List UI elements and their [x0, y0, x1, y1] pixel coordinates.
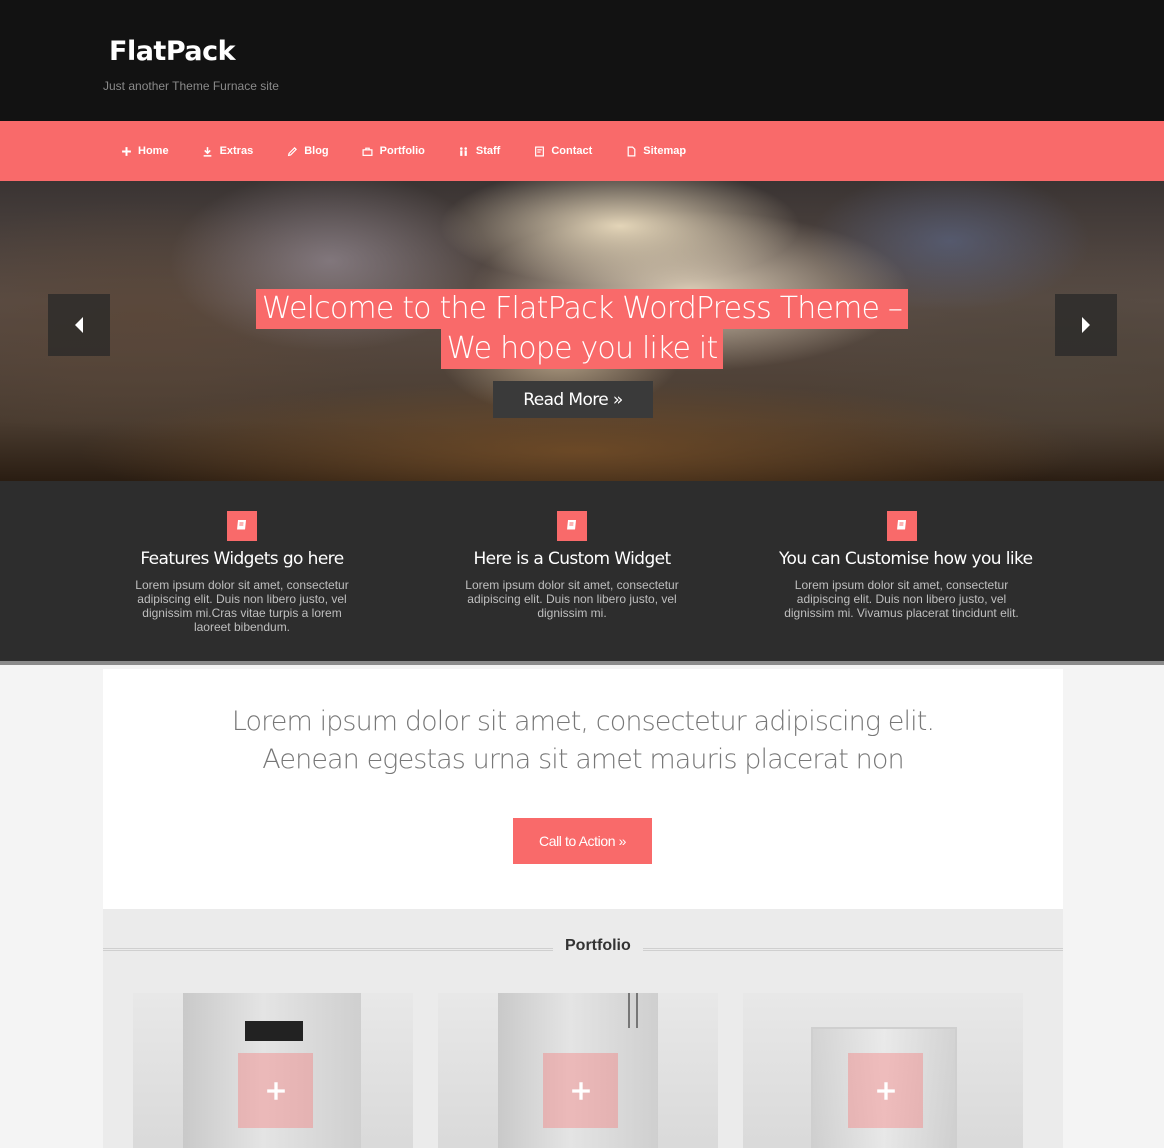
plus-icon	[120, 145, 132, 157]
widget-title: Here is a Custom Widget	[473, 549, 671, 569]
nav-list: Home Extras Blog Portfolio Staff Contact…	[120, 121, 719, 181]
widget-features: Features Widgets go here Lorem ipsum dol…	[127, 511, 357, 634]
plus-icon	[238, 1053, 313, 1128]
widget-customise: You can Customise how you like Lorem ips…	[779, 511, 1033, 620]
site-title[interactable]: FlatPack	[109, 36, 236, 67]
site-header: FlatPack Just another Theme Furnace site	[0, 0, 1164, 121]
nav-item-label: Extras	[219, 145, 254, 157]
intro-section: Lorem ipsum dolor sit amet, consectetur …	[103, 669, 1063, 909]
intro-line-2: Aenean egestas urna sit amet mauris plac…	[262, 744, 904, 775]
nav-item-label: Home	[138, 145, 169, 157]
nav-item-sitemap[interactable]: Sitemap	[625, 145, 686, 157]
pencil-icon	[286, 145, 298, 157]
nav-item-label: Blog	[304, 145, 329, 157]
plus-icon	[543, 1053, 618, 1128]
nav-item-label: Contact	[551, 145, 593, 157]
widget-text: Lorem ipsum dolor sit amet, consectetur …	[465, 578, 679, 620]
portfolio-section: Portfolio	[103, 909, 1063, 1148]
portfolio-item[interactable]	[438, 993, 718, 1148]
read-more-button[interactable]: Read More »	[493, 381, 653, 418]
nav-item-blog[interactable]: Blog	[286, 145, 329, 157]
widget-custom: Here is a Custom Widget Lorem ipsum dolo…	[457, 511, 687, 620]
site-tagline: Just another Theme Furnace site	[103, 79, 279, 93]
nav-item-home[interactable]: Home	[120, 145, 169, 157]
people-icon	[458, 145, 470, 157]
nav-item-label: Sitemap	[643, 145, 687, 157]
slider-next-button[interactable]	[1055, 294, 1117, 356]
intro-line-1: Lorem ipsum dolor sit amet, consectetur …	[231, 706, 935, 737]
portfolio-item[interactable]	[133, 993, 413, 1148]
nav-item-portfolio[interactable]: Portfolio	[362, 145, 425, 157]
portfolio-item[interactable]	[743, 993, 1023, 1148]
contact-card-icon	[533, 145, 545, 157]
hero-title: Welcome to the FlatPack WordPress Theme …	[0, 289, 1164, 369]
widget-text: Lorem ipsum dolor sit amet, consectetur …	[135, 578, 349, 634]
hero-slider: Welcome to the FlatPack WordPress Theme …	[0, 181, 1164, 481]
widget-text: Lorem ipsum dolor sit amet, consectetur …	[784, 578, 1019, 620]
portfolio-image-whisk	[628, 993, 638, 1028]
book-icon	[557, 511, 587, 541]
nav-item-staff[interactable]: Staff	[458, 145, 500, 157]
intro-text: Lorem ipsum dolor sit amet, consectetur …	[103, 703, 1063, 779]
plus-icon	[848, 1053, 923, 1128]
book-icon	[227, 511, 257, 541]
portfolio-image-label	[245, 1021, 303, 1041]
arrow-right-icon	[1082, 317, 1090, 333]
widget-title: You can Customise how you like	[779, 549, 1033, 569]
download-icon	[202, 145, 214, 157]
nav-item-extras[interactable]: Extras	[202, 145, 254, 157]
widget-title: Features Widgets go here	[140, 549, 344, 569]
main-navigation: Home Extras Blog Portfolio Staff Contact…	[0, 121, 1164, 181]
features-widgets: Features Widgets go here Lorem ipsum dol…	[0, 481, 1164, 665]
hero-title-line-2: We hope you like it	[440, 329, 724, 369]
portfolio-heading: Portfolio	[553, 937, 643, 955]
briefcase-icon	[362, 145, 374, 157]
nav-item-contact[interactable]: Contact	[533, 145, 592, 157]
book-icon	[886, 511, 917, 541]
nav-item-label: Staff	[475, 145, 501, 157]
document-icon	[625, 145, 637, 157]
hero-title-line-1: Welcome to the FlatPack WordPress Theme …	[255, 289, 909, 329]
call-to-action-button[interactable]: Call to Action »	[513, 818, 652, 864]
nav-item-label: Portfolio	[379, 145, 425, 157]
